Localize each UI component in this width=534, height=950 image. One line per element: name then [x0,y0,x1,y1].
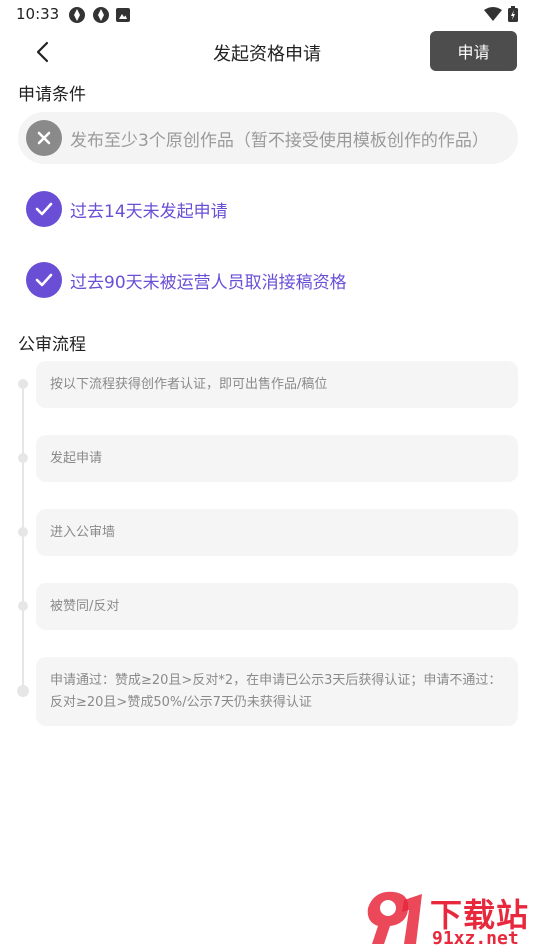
notification-icons [68,6,130,24]
conditions-section-title: 申请条件 [18,85,86,105]
process-step-intro: 按以下流程获得创作者认证，即可出售作品/稿位 [36,361,518,408]
status-time: 10:33 [16,5,60,23]
timeline-dot [18,379,28,389]
battery-icon [508,6,518,22]
watermark: 下载站 91xz.net [364,888,534,950]
process-step-review-wall: 进入公审墙 [36,509,518,556]
image-notification-icon [116,8,130,22]
watermark-domain: 91xz.net [432,928,519,949]
condition-item-original-works: 发布至少3个原创作品（暂不接受使用模板创作的作品） [18,112,518,164]
condition-item-not-revoked: 过去90天未被运营人员取消接稿资格 [18,254,518,306]
check-icon [26,191,62,227]
top-bar: 发起资格申请 申请 [0,30,534,74]
condition-text: 过去14天未发起申请 [70,201,228,222]
step-text: 按以下流程获得创作者认证，即可出售作品/稿位 [50,376,328,392]
timeline-dot [18,527,28,537]
step-text-line1: 申请通过：赞成≥20且>反对*2，在申请已公示3天后获得认证；申请不通过： [50,672,502,688]
process-step-result: 申请通过：赞成≥20且>反对*2，在申请已公示3天后获得认证；申请不通过： 反对… [36,657,518,726]
condition-text: 发布至少3个原创作品（暂不接受使用模板创作的作品） [70,130,489,151]
timeline-dot [18,601,28,611]
app-notification-icon [69,7,85,23]
step-text-line2: 反对≥20且>赞成50%/公示7天仍未获得认证 [50,694,312,710]
process-step-submit: 发起申请 [36,435,518,482]
status-bar: 10:33 [0,0,534,28]
wifi-icon [484,7,502,21]
apply-button[interactable]: 申请 [430,31,517,71]
timeline-line [22,382,24,692]
chevron-left-icon [36,41,49,63]
system-icons [484,6,518,22]
close-icon [26,120,62,156]
step-text: 发起申请 [50,450,103,466]
watermark-logo-icon [367,891,422,944]
check-icon [26,262,62,298]
timeline-dot [18,453,28,463]
step-text: 进入公审墙 [50,524,116,540]
step-text: 被赞同/反对 [50,598,120,614]
app-notification-icon [93,7,109,23]
condition-text: 过去90天未被运营人员取消接稿资格 [70,272,347,293]
condition-item-no-recent-application: 过去14天未发起申请 [18,183,518,235]
process-section-title: 公审流程 [18,335,86,355]
timeline-dot [17,685,29,697]
process-step-vote: 被赞同/反对 [36,583,518,630]
back-button[interactable] [28,38,56,66]
